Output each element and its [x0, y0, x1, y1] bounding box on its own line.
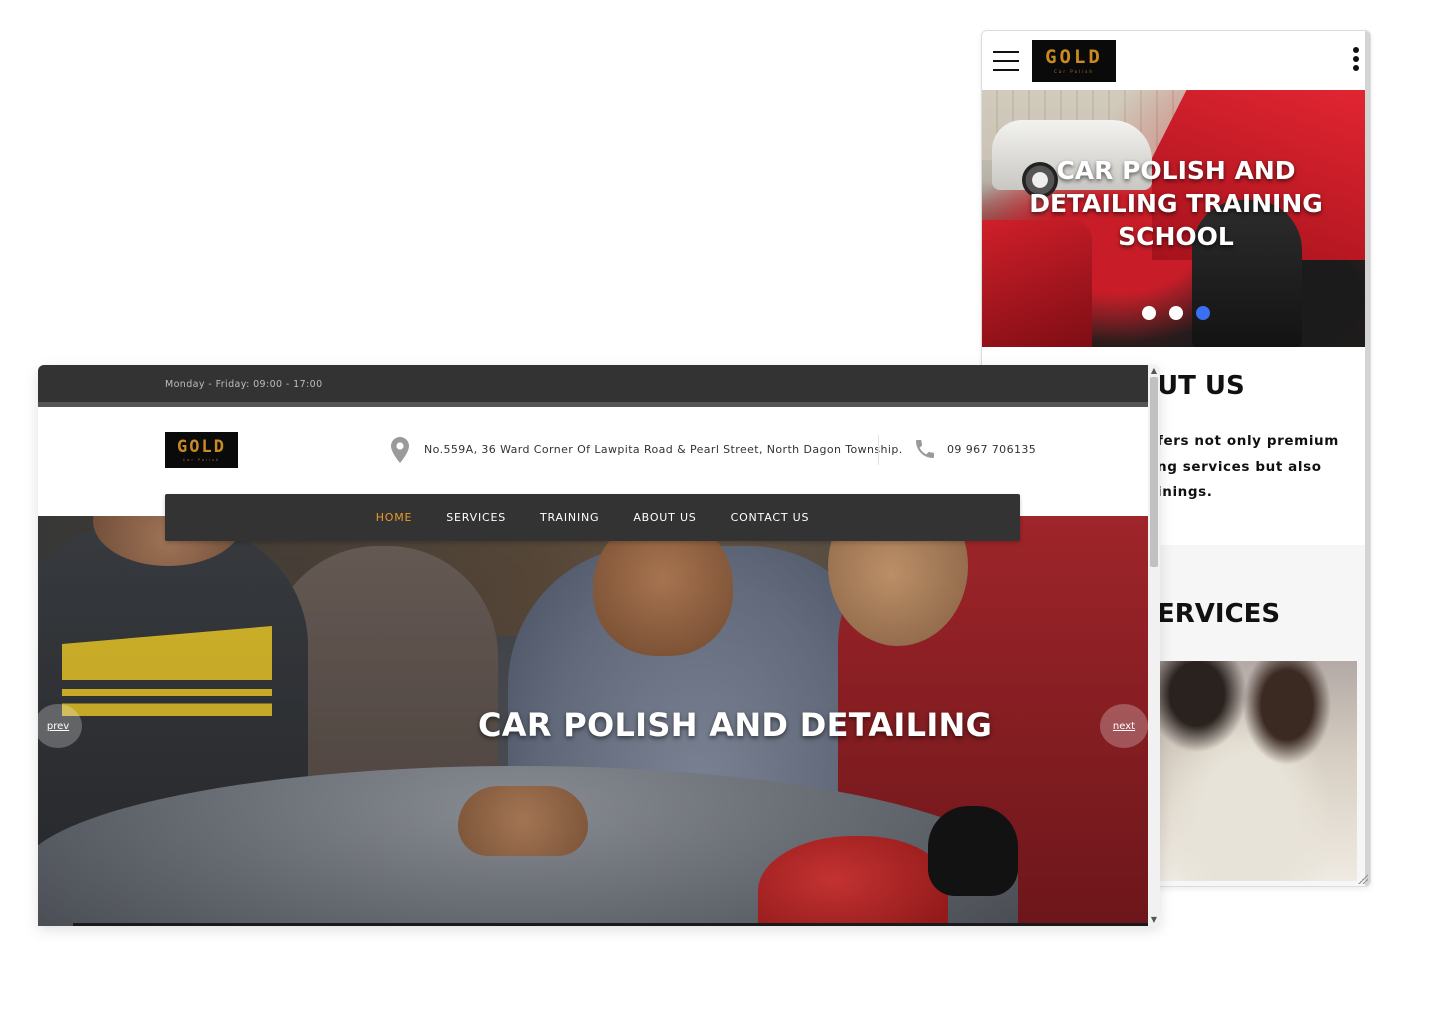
logo-tagline: Car Polish — [182, 457, 221, 462]
mobile-logo[interactable]: GOLD Car Polish — [1032, 40, 1116, 82]
site-logo[interactable]: GOLD Car Polish — [165, 432, 238, 468]
about-heading: UT US — [1157, 371, 1245, 401]
hero-title-line: CAR POLISH AND — [1056, 156, 1296, 185]
slider-dot[interactable] — [1169, 306, 1183, 320]
next-label: next — [1112, 720, 1136, 732]
nav-item-home[interactable]: HOME — [376, 512, 413, 523]
prev-label: prev — [46, 720, 70, 732]
slider-dot[interactable] — [1142, 306, 1156, 320]
logo-wordmark: GOLD — [1045, 46, 1103, 68]
nav-item-services[interactable]: SERVICES — [446, 512, 506, 523]
next-slide-button[interactable]: next — [1100, 704, 1148, 748]
logo-wordmark: GOLD — [177, 436, 226, 457]
services-heading: ERVICES — [1157, 599, 1281, 629]
kebab-menu-icon[interactable] — [1352, 47, 1360, 75]
top-info-bar: Monday - Friday: 09:00 - 17:00 — [38, 365, 1148, 402]
about-text-line: inings. — [1157, 484, 1213, 500]
header-divider — [878, 435, 879, 465]
scroll-up-icon[interactable]: ▲ — [1148, 365, 1160, 377]
slider-dots — [1142, 306, 1210, 320]
map-pin-icon — [391, 437, 409, 463]
nav-item-contact-us[interactable]: CONTACT US — [731, 512, 810, 523]
hero-bottom-border — [73, 923, 1148, 926]
hero-title-line: DETAILING TRAINING — [1029, 189, 1323, 218]
nav-item-about-us[interactable]: ABOUT US — [633, 512, 696, 523]
hamburger-icon[interactable] — [993, 51, 1019, 71]
mobile-scrollbar[interactable] — [1365, 31, 1370, 886]
mobile-header: GOLD Car Polish — [982, 31, 1370, 90]
opening-hours: Monday - Friday: 09:00 - 17:00 — [165, 379, 323, 390]
hero-title-line: SCHOOL — [1118, 222, 1234, 251]
nav-item-training[interactable]: TRAINING — [540, 512, 599, 523]
about-text-line: fers not only premium — [1157, 433, 1339, 449]
logo-tagline: Car Polish — [1054, 69, 1094, 74]
desktop-scrollbar[interactable]: ▲ ▼ — [1148, 365, 1160, 926]
mobile-hero-title: CAR POLISH AND DETAILING TRAINING SCHOOL — [982, 154, 1370, 253]
services-photo — [1157, 661, 1357, 881]
top-bar-divider — [38, 402, 1148, 407]
phone-icon — [916, 440, 934, 458]
address-text: No.559A, 36 Ward Corner Of Lawpita Road … — [424, 443, 903, 456]
phone-number[interactable]: 09 967 706135 — [947, 443, 1036, 456]
slider-dot-active[interactable] — [1196, 306, 1210, 320]
main-nav: HOME SERVICES TRAINING ABOUT US CONTACT … — [165, 494, 1020, 541]
hero-slider: CAR POLISH AND DETAILING prev next — [38, 516, 1148, 926]
scroll-down-icon[interactable]: ▼ — [1148, 914, 1160, 926]
hero-title: CAR POLISH AND DETAILING — [478, 706, 993, 744]
desktop-preview-window: Monday - Friday: 09:00 - 17:00 GOLD Car … — [38, 365, 1160, 926]
scrollbar-thumb[interactable] — [1150, 377, 1158, 567]
about-text: fers not only premium ng services but al… — [1157, 429, 1362, 506]
mobile-hero-slider: CAR POLISH AND DETAILING TRAINING SCHOOL — [982, 90, 1370, 347]
about-text-line: ng services but also — [1157, 458, 1322, 475]
resize-handle-icon[interactable] — [1358, 874, 1368, 884]
